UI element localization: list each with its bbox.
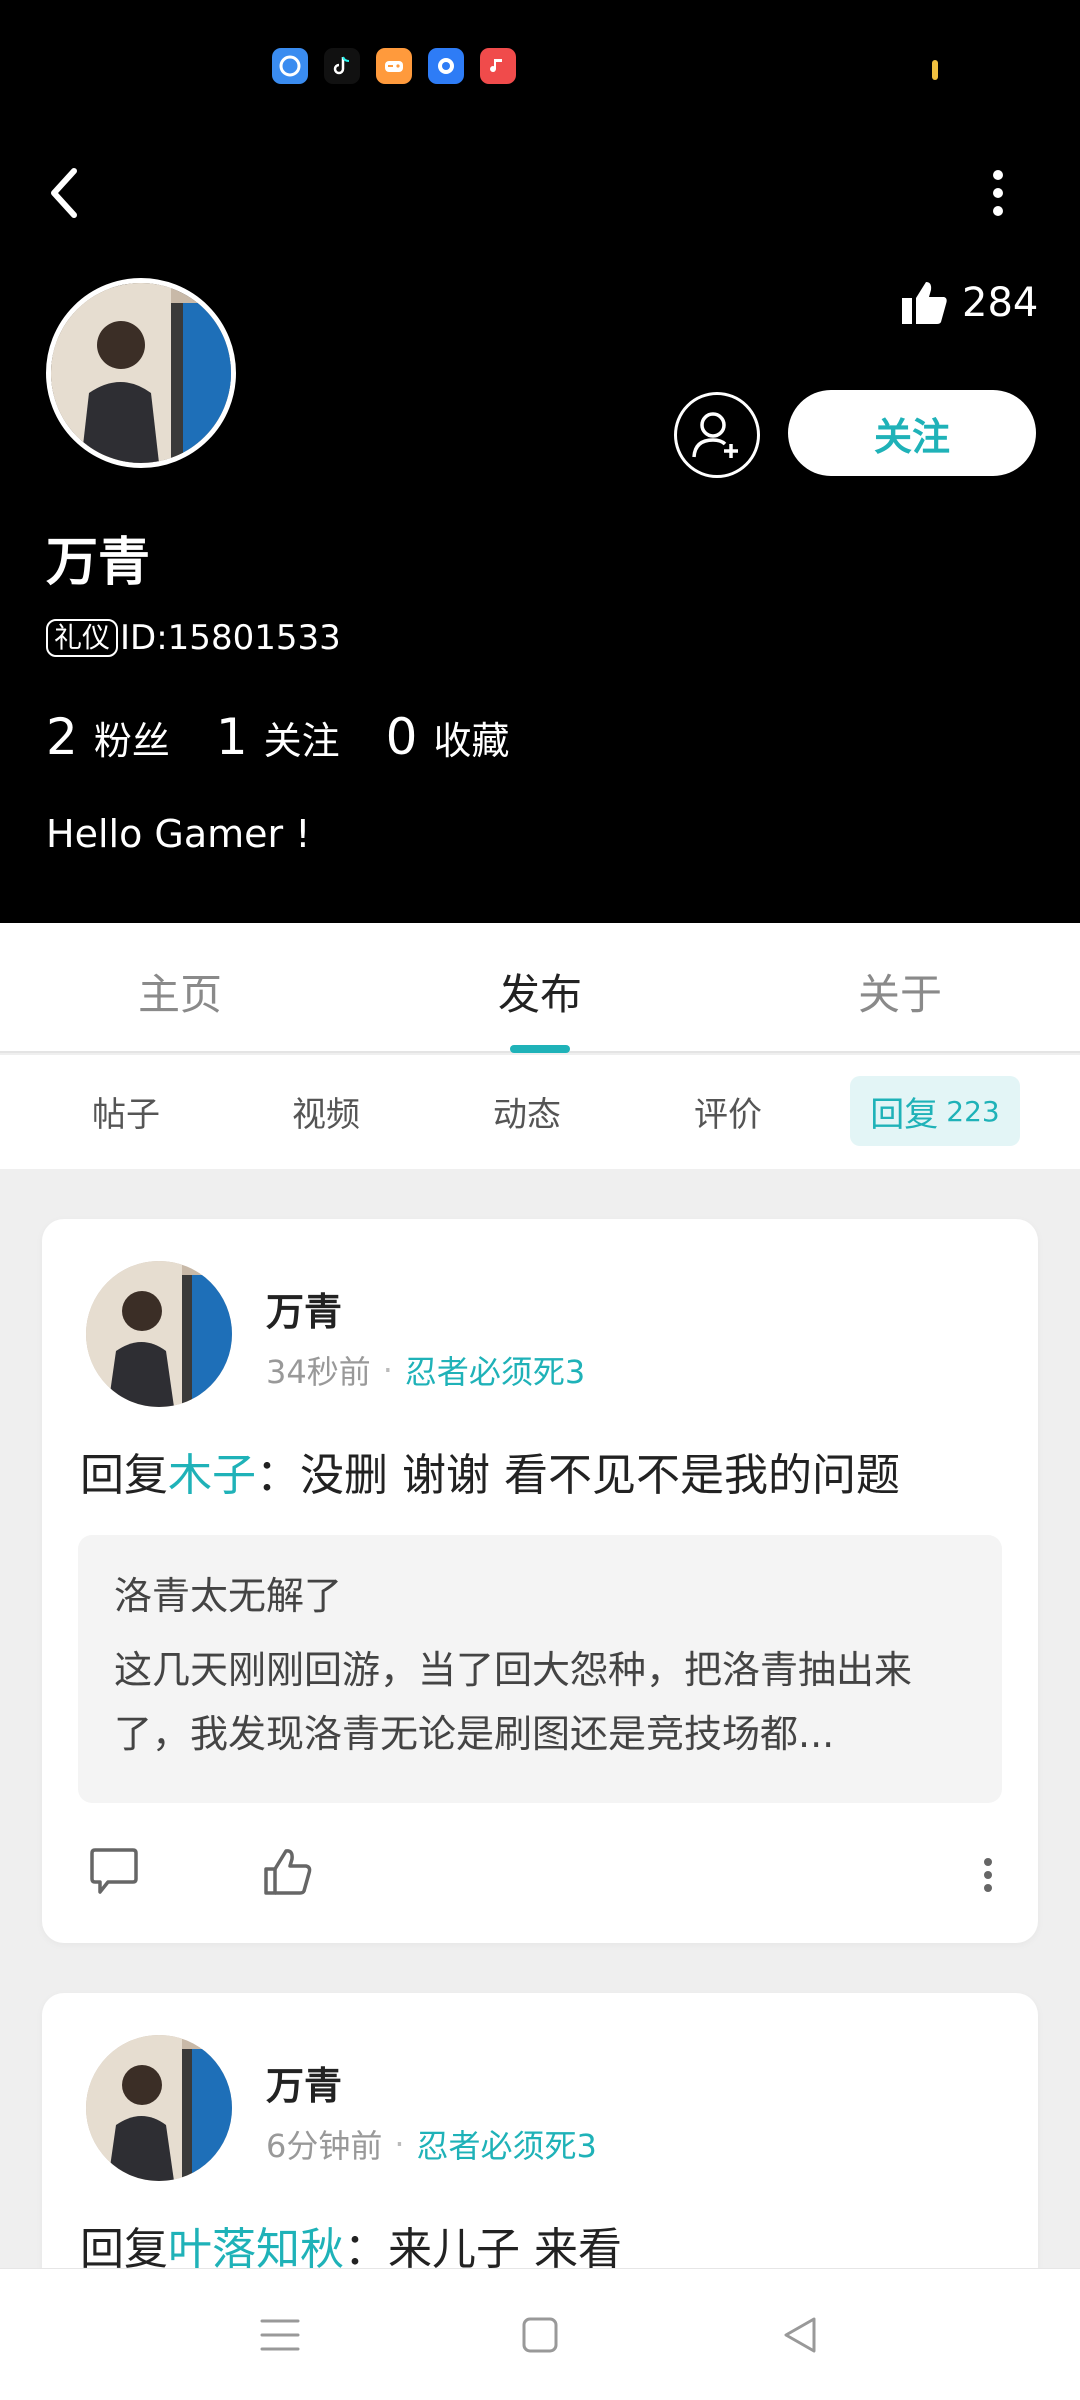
active-tab-indicator bbox=[510, 1045, 570, 1053]
comment-icon bbox=[90, 1848, 138, 1894]
favorites-count: 0 bbox=[385, 708, 418, 766]
post-time: 34秒前 bbox=[266, 1353, 371, 1391]
favorites-label: 收藏 bbox=[433, 719, 510, 763]
music-app-icon bbox=[480, 48, 516, 84]
system-navigation-bar bbox=[0, 2268, 1080, 2400]
avatar[interactable] bbox=[86, 2035, 232, 2181]
quoted-post-body: 这几天刚刚回游，当了回大怨种，把洛青抽出来了，我发现洛青无论是刷图还是竞技场都.… bbox=[114, 1648, 913, 1756]
game-link[interactable]: 忍者必须死3 bbox=[405, 1347, 585, 1393]
reply-text: 回复木子：没删 谢谢 看不见不是我的问题 bbox=[80, 1439, 900, 1503]
user-id: ID:15801533 bbox=[120, 618, 341, 658]
chevron-left-icon bbox=[51, 168, 77, 218]
author-name[interactable]: 万青 bbox=[266, 2055, 342, 2110]
thumbs-up-icon bbox=[902, 282, 947, 324]
sub-tab-reviews[interactable]: 评价 bbox=[694, 1087, 762, 1136]
recent-apps-button[interactable] bbox=[250, 2305, 310, 2365]
profile-header: 284 关注 万青 礼仪 ID:15801533 2 粉丝 1 关注 0 收藏 … bbox=[0, 0, 1080, 923]
avatar[interactable] bbox=[46, 278, 236, 468]
avatar[interactable] bbox=[86, 1261, 232, 1407]
triangle-back-icon bbox=[784, 2317, 816, 2353]
browser-app-icon bbox=[272, 48, 308, 84]
add-friend-button[interactable] bbox=[674, 392, 760, 478]
post-meta: 6分钟前 · 忍者必须死3 bbox=[266, 2121, 597, 2167]
sub-tab-replies[interactable]: 回复 223 bbox=[850, 1076, 1020, 1146]
following-stat[interactable]: 1 关注 bbox=[216, 708, 340, 766]
reply-target-user[interactable]: 木子 bbox=[168, 1450, 256, 1501]
fans-count: 2 bbox=[46, 708, 78, 766]
reply-card[interactable]: 万青 6分钟前 · 忍者必须死3 回复叶落知秋：来儿子 来看 bbox=[42, 1993, 1038, 2293]
back-button[interactable] bbox=[34, 158, 94, 228]
post-time: 6分钟前 bbox=[266, 2127, 383, 2165]
more-vertical-icon bbox=[984, 1858, 992, 1892]
sub-tab-videos[interactable]: 视频 bbox=[292, 1087, 360, 1136]
thumbs-up-icon bbox=[264, 1849, 312, 1895]
following-label: 关注 bbox=[263, 719, 340, 763]
profile-stats: 2 粉丝 1 关注 0 收藏 bbox=[46, 708, 555, 766]
following-count: 1 bbox=[215, 708, 248, 766]
game-center-app-icon bbox=[376, 48, 412, 84]
user-id-row: 礼仪 ID:15801533 bbox=[46, 618, 341, 658]
battery-indicator bbox=[932, 60, 938, 80]
back-nav-button[interactable] bbox=[770, 2305, 830, 2365]
meta-separator: · bbox=[394, 2125, 405, 2163]
quoted-post[interactable]: 洛青太无解了 这几天刚刚回游，当了回大怨种，把洛青抽出来了，我发现洛青无论是刷图… bbox=[78, 1535, 1002, 1803]
post-meta: 34秒前 · 忍者必须死3 bbox=[266, 1347, 585, 1393]
sub-tab-threads[interactable]: 帖子 bbox=[92, 1087, 160, 1136]
fans-stat[interactable]: 2 粉丝 bbox=[46, 708, 170, 766]
etiquette-badge: 礼仪 bbox=[46, 618, 119, 658]
author-name[interactable]: 万青 bbox=[266, 1281, 342, 1336]
tab-about[interactable]: 关于 bbox=[800, 961, 1000, 1022]
like-counter[interactable]: 284 bbox=[900, 280, 1038, 326]
more-options-button[interactable] bbox=[968, 158, 1028, 228]
tab-posts[interactable]: 发布 bbox=[440, 961, 640, 1022]
sub-tab-replies-count: 223 bbox=[946, 1094, 1000, 1128]
sub-tab-bar: 帖子 视频 动态 评价 回复 223 bbox=[0, 1055, 1080, 1169]
sub-tab-replies-label: 回复 bbox=[870, 1094, 939, 1135]
reply-prefix: 回复 bbox=[80, 1450, 168, 1501]
more-vertical-icon bbox=[993, 170, 1003, 216]
user-name: 万青 bbox=[46, 533, 151, 593]
fans-label: 粉丝 bbox=[93, 719, 170, 763]
user-bio: Hello Gamer ! bbox=[46, 812, 311, 856]
reply-card[interactable]: 万青 34秒前 · 忍者必须死3 回复木子：没删 谢谢 看不见不是我的问题 洛青… bbox=[42, 1219, 1038, 1943]
status-notification-icons bbox=[272, 48, 516, 84]
comment-button[interactable] bbox=[88, 1847, 140, 1901]
tab-home[interactable]: 主页 bbox=[80, 961, 280, 1022]
menu-icon bbox=[260, 2319, 300, 2351]
main-tab-bar: 主页 发布 关于 bbox=[0, 923, 1080, 1053]
add-user-icon bbox=[692, 412, 738, 458]
game-link[interactable]: 忍者必须死3 bbox=[417, 2121, 597, 2167]
tiktok-app-icon bbox=[324, 48, 360, 84]
card-actions bbox=[42, 1839, 1038, 1919]
meta-separator: · bbox=[382, 1351, 393, 1389]
like-button[interactable] bbox=[262, 1847, 314, 1901]
square-icon bbox=[522, 2317, 558, 2353]
sub-tab-moments[interactable]: 动态 bbox=[493, 1087, 561, 1136]
quoted-post-title: 洛青太无解了 bbox=[114, 1574, 343, 1618]
target-app-icon bbox=[428, 48, 464, 84]
reply-content: ：没删 谢谢 看不见不是我的问题 bbox=[256, 1450, 900, 1501]
card-more-button[interactable] bbox=[982, 1857, 994, 1897]
home-button[interactable] bbox=[510, 2305, 570, 2365]
favorites-stat[interactable]: 0 收藏 bbox=[386, 708, 510, 766]
status-bar bbox=[0, 40, 1080, 96]
follow-button[interactable]: 关注 bbox=[788, 390, 1036, 476]
like-count: 284 bbox=[962, 280, 1039, 326]
